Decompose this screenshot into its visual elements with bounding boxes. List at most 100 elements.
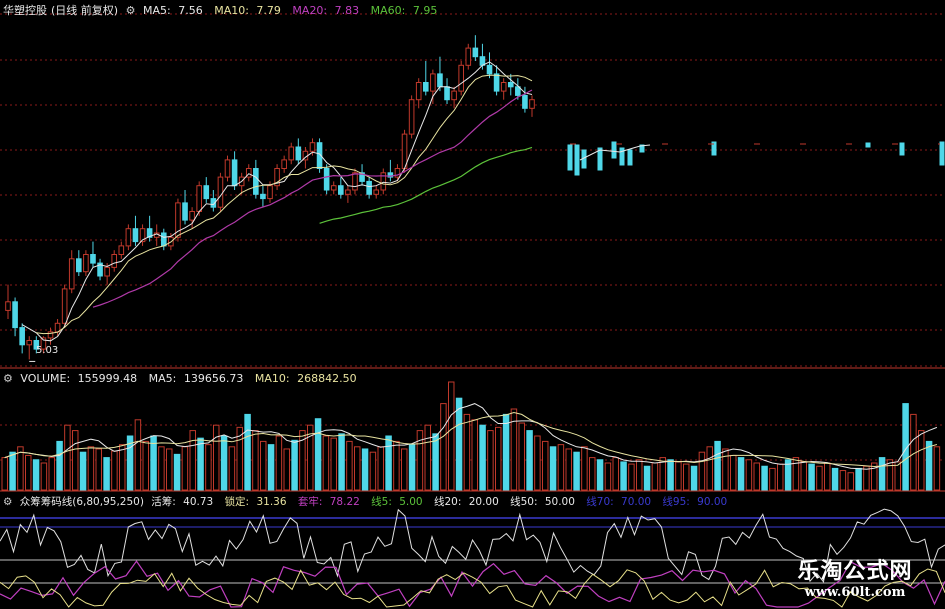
volume-bar [824, 462, 831, 491]
price-panel-header: 华塑控股 (日线 前复权) ⚙ MA5: 7.56 MA10: 7.79 MA20… [3, 2, 445, 18]
volume-bar [910, 413, 917, 491]
volume-bar [244, 413, 251, 491]
volume-bar [894, 461, 901, 491]
candle-body [373, 189, 380, 195]
volume-bar [471, 419, 478, 491]
candle-body [111, 254, 118, 268]
volume-bar [455, 397, 463, 491]
gear-icon[interactable]: ⚙ [3, 372, 13, 385]
volume-bar [933, 446, 941, 491]
volume-bar [424, 424, 431, 491]
volume-bar [9, 451, 16, 491]
volume-bar [166, 448, 173, 491]
candle-body [345, 189, 351, 195]
huochou: 活筹: 40.73 [151, 496, 214, 508]
candle-body [160, 232, 167, 247]
gear-icon[interactable]: ⚙ [126, 4, 136, 17]
candle-body [231, 159, 238, 187]
volume-bar [283, 448, 290, 491]
volume-bar [1, 457, 8, 491]
volume-bar [792, 457, 800, 491]
volume-bar [690, 465, 698, 491]
volume-bar [393, 440, 400, 491]
volume-bar [612, 457, 619, 491]
volume-bar [189, 430, 196, 491]
volume-bar [502, 413, 510, 491]
chart-root: 华塑控股 (日线 前复权) ⚙ MA5: 7.56 MA10: 7.79 MA20… [0, 0, 945, 609]
volume-bar [831, 467, 839, 491]
volume-bar [839, 470, 847, 491]
volume-bar [314, 418, 322, 491]
gear-icon[interactable]: ⚙ [3, 496, 12, 508]
volume-bar [730, 454, 737, 491]
volume-bar [338, 433, 345, 491]
volume-bar [205, 444, 212, 491]
volume-bar [64, 424, 71, 491]
volume-bar [408, 444, 416, 491]
fragment-candle [865, 142, 871, 148]
volume-bar [213, 424, 220, 491]
volume-bar [745, 459, 753, 491]
volume-bar [636, 459, 643, 491]
volume-bar [134, 419, 142, 491]
volume-bar [432, 433, 439, 491]
ma5-label: MA5: 7.56 [142, 4, 203, 17]
candle-body [125, 228, 132, 247]
volume-title: VOLUME: 155999.48 [20, 372, 138, 385]
volume-bar [385, 435, 392, 491]
line50: 线50: 50.00 [510, 496, 575, 508]
volume-bar [32, 459, 40, 491]
candle-body [415, 82, 422, 101]
candle-body [529, 99, 535, 109]
fragment-candle [899, 142, 905, 156]
volume-bar [354, 446, 361, 491]
volume-bar [260, 440, 267, 491]
volume-bar [361, 448, 369, 491]
volume-bar [119, 444, 126, 491]
indicator-name[interactable]: 众筹筹码线(6,80,95,250) [20, 496, 144, 508]
candle-body [458, 64, 464, 92]
ma20-value: 7.83 [334, 4, 360, 17]
volume-bar [158, 446, 165, 491]
candle-body [189, 211, 195, 221]
volume-bar [549, 446, 557, 491]
volume-bar [95, 448, 102, 491]
candle-body [330, 185, 337, 191]
fragment-candle [939, 141, 945, 166]
volume-bar [291, 439, 298, 491]
watermark-title: 乐淘公式网 [797, 559, 913, 584]
volume-bar [534, 435, 541, 491]
volume-bar [448, 381, 455, 491]
volume-bar [48, 457, 55, 491]
volume-bar [683, 463, 690, 491]
candle-body [522, 94, 528, 109]
ma10-label: MA10: 7.79 [214, 4, 281, 17]
candle-body [444, 86, 450, 101]
line70: 线70: 70.00 [586, 496, 652, 508]
candle-body [422, 82, 429, 92]
volume-bar [487, 430, 494, 491]
candle-body [19, 327, 25, 346]
volume-bar [79, 451, 87, 491]
volume-bar [346, 440, 353, 491]
volume-bar [173, 453, 181, 491]
candle-body [295, 146, 302, 161]
ma10-value: 7.79 [256, 4, 281, 17]
line20: 线20: 20.00 [433, 496, 499, 508]
indicator-panel-header: ⚙ 众筹筹码线(6,80,95,250) 活筹: 40.73 锁定: 31.36… [3, 494, 735, 509]
low-price-marker: 5.03 [36, 345, 59, 356]
volume-bar [518, 422, 525, 491]
stock-name[interactable]: 华塑控股 [3, 4, 47, 17]
fragment-candle [611, 141, 617, 159]
volume-bar [667, 459, 674, 491]
volume-bar [142, 440, 149, 491]
fragment-candle [597, 147, 603, 171]
candle-body [76, 258, 82, 273]
candle-body [267, 185, 273, 200]
volume-bar [111, 450, 118, 491]
volume-bar [72, 430, 79, 491]
volume-bar [675, 461, 682, 491]
candle-body [118, 245, 125, 255]
ma60-line [319, 146, 533, 224]
candle-body [83, 254, 89, 273]
